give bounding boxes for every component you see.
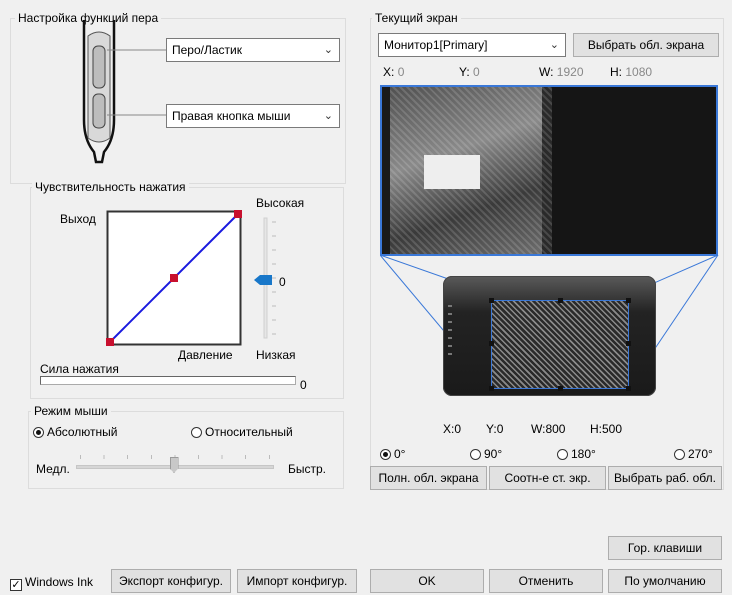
chevron-down-icon: ⌄ [323,110,333,122]
curve-handle-start[interactable] [106,338,114,346]
radio-selected-icon [380,449,391,460]
rotation-0-radio[interactable]: 0° [380,447,405,461]
curve-handle-middle[interactable] [170,274,178,282]
preview-white-box [424,155,480,189]
corner-handle [558,298,563,303]
monitor-value: Монитор1[Primary] [384,38,488,52]
select-screen-area-button[interactable]: Выбрать обл. экрана [573,33,719,57]
ok-button[interactable]: OK [370,569,484,593]
screen-title: Текущий экран [372,11,461,25]
rotation-90-radio[interactable]: 90° [470,447,502,461]
output-label: Выход [60,212,96,226]
absolute-radio[interactable]: Абсолютный [33,425,117,439]
force-value: 0 [300,378,307,392]
radio-empty-icon [470,449,481,460]
screen-h: H: 1080 [610,65,653,79]
mouse-mode-title: Режим мыши [31,404,111,418]
preview-left-bar [382,87,390,254]
monitor-select[interactable]: Монитор1[Primary] ⌄ [378,33,566,57]
windows-ink-label: Windows Ink [25,575,94,589]
curve-handle-end[interactable] [234,210,242,218]
select-work-area-button[interactable]: Выбрать раб. обл. [608,466,722,490]
mouse-speed-slider[interactable] [76,452,274,476]
full-area-button[interactable]: Полн. обл. экрана [370,466,487,490]
tablet-express-keys [448,305,452,355]
pressure-curve-graph[interactable] [106,210,242,346]
tablet-h: H:500 [590,422,623,436]
force-label: Сила нажатия [40,362,119,376]
pen-lower-button-value: Правая кнопка мыши [172,109,291,123]
rotation-270-radio[interactable]: 270° [674,447,713,461]
corner-handle [626,386,631,391]
relative-radio[interactable]: Относительный [191,425,293,439]
high-label: Высокая [256,196,305,210]
corner-handle [489,386,494,391]
tablet-x: X:0 [443,422,462,436]
radio-empty-icon [191,427,202,438]
pen-upper-button-select[interactable]: Перо/Ластик ⌄ [166,38,340,62]
import-config-button[interactable]: Импорт конфигур. [237,569,357,593]
screen-y: Y: 0 [459,65,480,79]
sensitivity-value: 0 [279,275,286,289]
corner-handle [626,341,631,346]
absolute-label: Абсолютный [47,425,118,439]
pen-illustration-icon [82,20,168,164]
radio-empty-icon [674,449,685,460]
slider-thumb [254,275,272,285]
relative-label: Относительный [205,425,293,439]
windows-ink-checkbox[interactable]: ✓ Windows Ink [10,575,93,591]
screen-w: W: 1920 [539,65,584,79]
fast-label: Быстр. [288,462,327,476]
chevron-down-icon: ⌄ [549,39,559,51]
hotkeys-button[interactable]: Гор. клавиши [608,536,722,560]
rotation-270-label: 270° [688,447,713,461]
pressure-axis-label: Давление [178,348,233,362]
mouse-mode-group [28,411,344,489]
low-label: Низкая [256,348,296,362]
tablet-y: Y:0 [486,422,504,436]
screen-ratio-button[interactable]: Соотн-е ст. экр. [489,466,606,490]
checkbox-checked-icon: ✓ [10,579,22,591]
corner-handle [489,341,494,346]
corner-handle [626,298,631,303]
pen-lower-button-select[interactable]: Правая кнопка мыши ⌄ [166,104,340,128]
radio-empty-icon [557,449,568,460]
rotation-180-label: 180° [571,447,596,461]
chevron-down-icon: ⌄ [323,44,333,56]
screen-preview[interactable] [380,85,718,256]
rotation-180-radio[interactable]: 180° [557,447,596,461]
cancel-button[interactable]: Отменить [489,569,603,593]
screen-x: X: 0 [383,65,405,79]
force-meter [40,376,296,385]
sensitivity-slider[interactable] [252,214,282,342]
slow-label: Медл. [36,462,70,476]
corner-handle [558,386,563,391]
tablet-w: W:800 [531,422,566,436]
tablet-active-area[interactable] [489,298,631,391]
slider-thumb[interactable] [169,457,179,473]
preview-dark-panel [552,87,716,254]
export-config-button[interactable]: Экспорт конфигур. [111,569,231,593]
corner-handle [489,298,494,303]
radio-selected-icon [33,427,44,438]
rotation-90-label: 90° [484,447,503,461]
pressure-title: Чувствительность нажатия [32,180,189,194]
rotation-0-label: 0° [394,447,406,461]
pen-upper-button-value: Перо/Ластик [172,43,242,57]
default-button[interactable]: По умолчанию [608,569,722,593]
